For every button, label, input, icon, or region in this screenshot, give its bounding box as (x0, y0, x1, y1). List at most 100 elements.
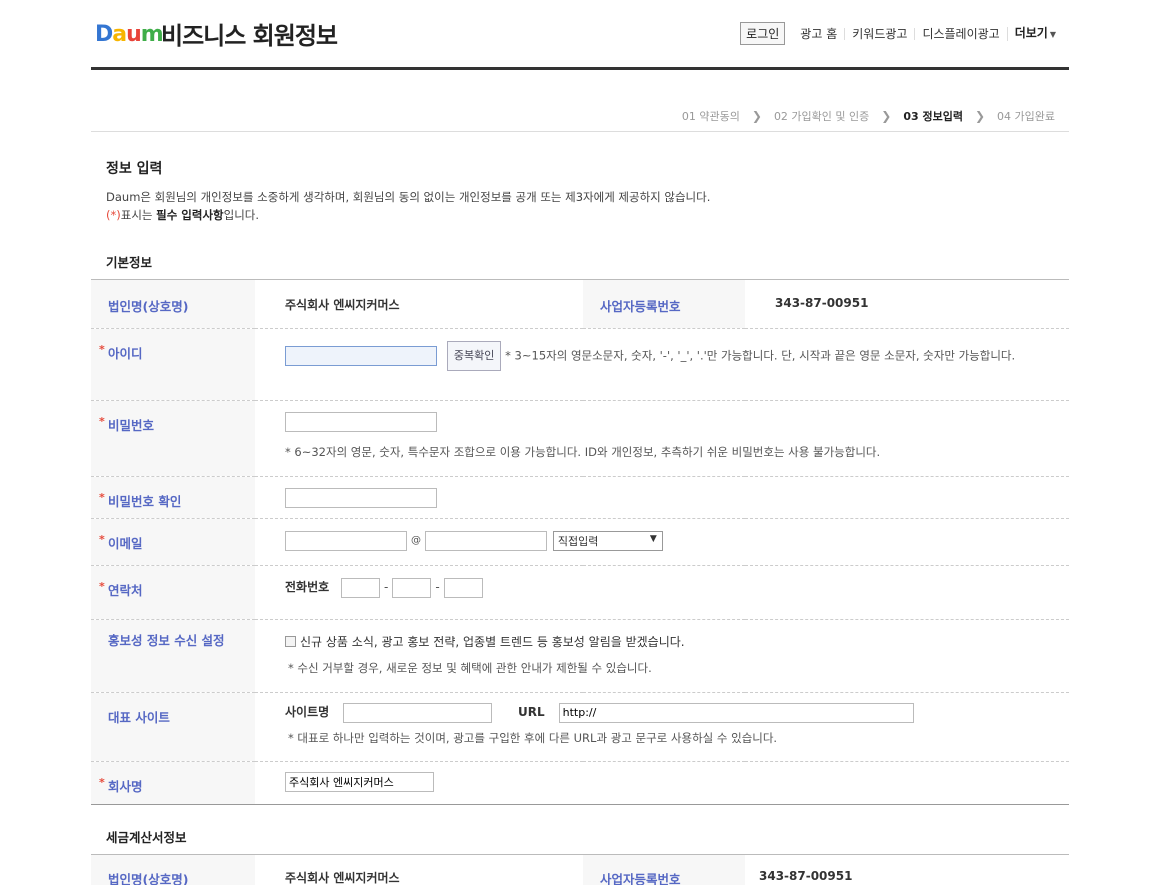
step-4: 04 가입완료 (997, 108, 1055, 124)
corp-name-input[interactable] (285, 771, 434, 792)
site-title: 비즈니스 회원정보 (161, 22, 338, 50)
password-field-cell: * 6~32자의 영문, 숫자, 특수문자 조합으로 이용 가능합니다. ID와… (255, 400, 1069, 477)
phone-label-cell: * 연락처 (91, 565, 255, 620)
password-confirm-input[interactable] (285, 487, 437, 508)
company-label: 법인명(상호명) (91, 280, 255, 329)
password-confirm-label-cell: * 비밀번호 확인 (91, 476, 255, 519)
row-tax-company: 법인명(상호명) 주식회사 엔씨지커머스 사업자등록번호 343-87-0095… (91, 854, 1069, 885)
required-mark: (*) (106, 208, 121, 222)
nav-display-ad[interactable]: 디스플레이광고 (914, 27, 1006, 40)
corp-name-label: 회사명 (108, 778, 143, 794)
required-star: * (99, 414, 105, 428)
phone-part-3[interactable] (443, 577, 483, 598)
email-label: 이메일 (108, 535, 143, 551)
password-label: 비밀번호 (108, 417, 155, 433)
email-domain-input[interactable] (425, 530, 547, 551)
step-3-current: 03 정보입력 ❯ (903, 108, 997, 124)
signup-steps: 01 약관동의 ❯ 02 가입확인 및 인증 ❯ 03 정보입력 ❯ 04 가입완료 (91, 70, 1069, 132)
header: Daum 비즈니스 회원정보 로그인 광고 홈 키워드광고 디스플레이광고 더보… (91, 0, 1069, 70)
promo-field-cell: 신규 상품 소식, 광고 홍보 전략, 업종별 트렌드 등 홍보성 알림을 받겠… (255, 619, 1069, 693)
phone-part-2[interactable] (392, 577, 432, 598)
row-promo: 홍보성 정보 수신 설정 신규 상품 소식, 광고 홍보 전략, 업종별 트렌드… (91, 619, 1069, 693)
phone-sub-label: 전화번호 (285, 580, 330, 594)
site-name-label: 사이트명 (285, 705, 330, 719)
step-4-label: 04 가입완료 (997, 110, 1055, 123)
email-at: @ (411, 535, 421, 546)
promo-check-text: 신규 상품 소식, 광고 홍보 전략, 업종별 트렌드 등 홍보성 알림을 받겠… (300, 634, 685, 649)
email-local-input[interactable] (285, 530, 407, 551)
site-field-cell: 사이트명 URL * 대표로 하나만 입력하는 것이며, 광고를 구입한 후에 … (255, 692, 1069, 762)
nav-more-label: 더보기 (1014, 25, 1048, 40)
corp-name-cell (255, 761, 1069, 805)
tax-bizno-label: 사업자등록번호 (583, 854, 745, 885)
phone-label: 연락처 (108, 582, 143, 598)
step-3-label: 03 정보입력 (903, 110, 963, 123)
step-1-label: 01 약관동의 (681, 110, 740, 123)
bizno-label: 사업자등록번호 (583, 280, 745, 329)
row-company: 법인명(상호명) 주식회사 엔씨지커머스 사업자등록번호 343-87-0095… (91, 280, 1069, 329)
page-wrapper: Daum 비즈니스 회원정보 로그인 광고 홈 키워드광고 디스플레이광고 더보… (91, 0, 1069, 885)
id-input[interactable] (285, 345, 437, 366)
global-nav: 로그인 광고 홈 키워드광고 디스플레이광고 더보기 ▼ (740, 22, 1063, 45)
page-title: 정보 입력 (106, 161, 163, 177)
email-field-cell: @ 직접입력 ▼ (255, 518, 1069, 566)
site-name-input[interactable] (343, 702, 493, 723)
row-phone: * 연락처 전화번호 - - (91, 565, 1069, 620)
required-prefix: 표시는 (120, 208, 157, 222)
section-basic-info: 기본정보 (91, 252, 1069, 280)
privacy-notice: Daum은 회원님의 개인정보를 소중하게 생각하며, 회원님의 동의 없이는 … (106, 190, 711, 204)
step-2-label: 02 가입확인 및 인증 (773, 110, 870, 123)
required-star: * (99, 579, 105, 593)
required-notice: (*)표시는 필수 입력사항입니다. (106, 206, 1069, 224)
nav-keyword-ad[interactable]: 키워드광고 (844, 27, 914, 40)
phone-part-1[interactable] (341, 577, 380, 598)
promo-checkbox[interactable] (285, 635, 296, 647)
phone-field-cell: 전화번호 - - (255, 565, 1069, 620)
tax-info-table: 법인명(상호명) 주식회사 엔씨지커머스 사업자등록번호 343-87-0095… (91, 854, 1069, 885)
promo-checkbox-row[interactable]: 신규 상품 소식, 광고 홍보 전략, 업종별 트렌드 등 홍보성 알림을 받겠… (285, 633, 1069, 650)
id-label-cell: * 아이디 (91, 328, 255, 401)
tax-bizno-value: 343-87-00951 (745, 854, 1069, 885)
section-tax-invoice: 세금계산서정보 (91, 827, 1069, 855)
phone-dash: - (435, 580, 440, 594)
password-input[interactable] (285, 411, 437, 432)
row-corp-name: * 회사명 (91, 761, 1069, 805)
nav-more-button[interactable]: 더보기 ▼ (1006, 25, 1063, 41)
password-confirm-label: 비밀번호 확인 (108, 493, 182, 509)
tax-company-label: 법인명(상호명) (91, 854, 255, 885)
site-url-input[interactable] (558, 702, 914, 723)
caret-down-icon: ▼ (1049, 29, 1056, 39)
row-email: * 이메일 @ 직접입력 ▼ (91, 518, 1069, 566)
corp-name-label-cell: * 회사명 (91, 761, 255, 805)
daum-logo[interactable]: Daum (95, 22, 164, 47)
bizno-value: 343-87-00951 (745, 280, 1069, 329)
site-label: 대표 사이트 (91, 692, 255, 762)
id-check-button[interactable]: 중복확인 (446, 340, 502, 371)
id-hint: * 3~15자의 영문소문자, 숫자, '-', '_', '.'만 가능합니다… (505, 348, 1016, 362)
dropdown-arrow-icon: ▼ (649, 533, 657, 544)
required-star: * (99, 490, 105, 504)
row-id: * 아이디 중복확인 * 3~15자의 영문소문자, 숫자, '-', '_', … (91, 328, 1069, 401)
required-star: * (99, 532, 105, 546)
promo-hint: * 수신 거부할 경우, 새로운 정보 및 혜택에 관한 안내가 제한될 수 있… (288, 660, 652, 675)
password-hint: * 6~32자의 영문, 숫자, 특수문자 조합으로 이용 가능합니다. ID와… (285, 444, 881, 459)
required-star: * (99, 775, 105, 789)
required-strong: 필수 입력사항 (156, 208, 224, 222)
tax-company-value: 주식회사 엔씨지커머스 (255, 854, 583, 885)
site-hint: * 대표로 하나만 입력하는 것이며, 광고를 구입한 후에 다른 URL과 광… (288, 730, 778, 745)
login-button[interactable]: 로그인 (740, 22, 786, 45)
email-domain-select-value: 직접입력 (557, 534, 599, 548)
id-label: 아이디 (108, 345, 143, 361)
password-confirm-cell (255, 476, 1069, 519)
promo-label: 홍보성 정보 수신 설정 (91, 619, 255, 693)
chevron-right-icon: ❯ (881, 109, 892, 123)
chevron-right-icon: ❯ (974, 109, 986, 123)
phone-dash: - (384, 580, 389, 594)
required-suffix: 입니다. (223, 208, 260, 222)
chevron-right-icon: ❯ (751, 109, 762, 123)
id-field-cell: 중복확인 * 3~15자의 영문소문자, 숫자, '-', '_', '.'만 … (255, 328, 1069, 401)
nav-ad-home[interactable]: 광고 홈 (793, 28, 844, 40)
intro: 정보 입력 Daum은 회원님의 개인정보를 소중하게 생각하며, 회원님의 동… (91, 158, 1069, 224)
email-domain-select[interactable]: 직접입력 ▼ (552, 530, 663, 551)
row-password: * 비밀번호 * 6~32자의 영문, 숫자, 특수문자 조합으로 이용 가능합니… (91, 400, 1069, 477)
